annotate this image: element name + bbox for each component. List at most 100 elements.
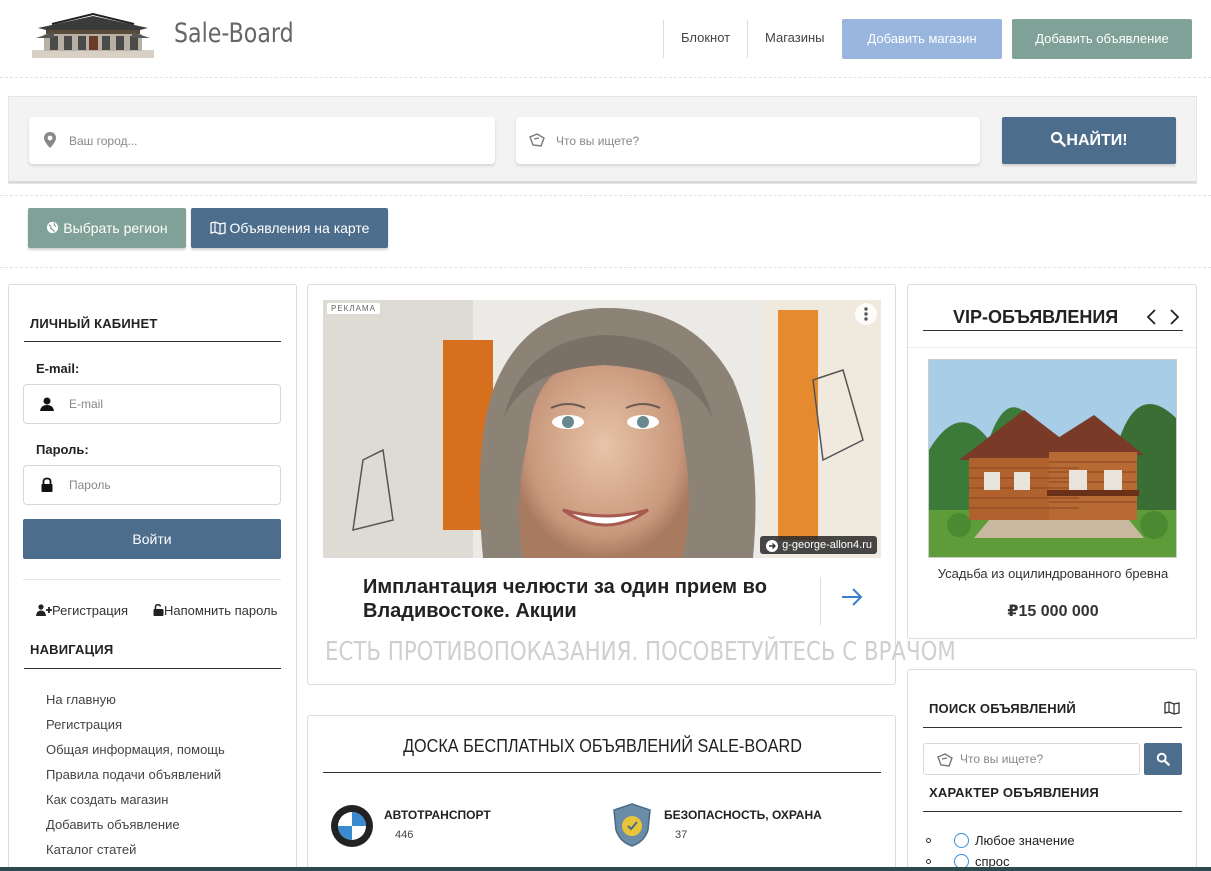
ad-url-text: g-george-allon4.ru <box>782 539 872 551</box>
hand-pointer-icon <box>937 753 953 767</box>
chevron-left-icon[interactable] <box>1145 307 1159 327</box>
map-icon <box>209 221 226 235</box>
arrow-right-icon[interactable] <box>839 585 865 609</box>
sub-bar: Выбрать регион Объявления на карте <box>0 195 1211 268</box>
map-ads-button[interactable]: Объявления на карте <box>191 208 388 248</box>
lock-icon <box>41 477 53 492</box>
category-security-count: 37 <box>675 829 688 841</box>
remind-password-link[interactable]: Напомнить пароль <box>153 603 277 618</box>
nav-item-rules[interactable]: Правила подачи объявлений <box>46 767 221 782</box>
register-link-label: Регистрация <box>52 603 128 618</box>
divider <box>908 347 1198 348</box>
ad-label: РЕКЛАМА <box>327 303 380 314</box>
ad-image[interactable]: РЕКЛАМА g-george-allon4.ru <box>323 300 881 558</box>
log-house-photo <box>929 360 1176 557</box>
radio-button[interactable] <box>954 833 969 848</box>
section-underline <box>923 727 1182 728</box>
email-label: E-mail: <box>36 361 80 376</box>
site-logo[interactable] <box>32 12 154 58</box>
nav-item-help[interactable]: Общая информация, помощь <box>46 742 225 757</box>
nav-link-shops[interactable]: Магазины <box>765 18 825 58</box>
user-icon <box>40 397 54 411</box>
vip-item-title[interactable]: Усадьба из оцилиндрованного бревна <box>908 566 1198 581</box>
left-sidebar: ЛИЧНЫЙ КАБИНЕТ E-mail: Пароль: Войти Рег… <box>8 284 297 871</box>
password-input[interactable] <box>69 466 269 504</box>
select-region-button[interactable]: Выбрать регион <box>28 208 186 248</box>
section-underline <box>923 811 1182 812</box>
category-auto-count: 446 <box>395 829 414 841</box>
search-icon <box>1051 131 1067 147</box>
category-auto[interactable]: АВТОТРАНСПОРТ <box>384 808 491 822</box>
password-field[interactable] <box>23 465 281 505</box>
password-label: Пароль: <box>36 442 89 457</box>
nav-item-articles[interactable]: Каталог статей <box>46 842 136 857</box>
section-underline <box>923 330 1183 331</box>
brand-name[interactable]: Sale-Board <box>174 18 294 49</box>
list-bullet <box>926 838 931 843</box>
nav-item-create-shop[interactable]: Как создать магазин <box>46 792 168 807</box>
section-underline <box>24 668 281 669</box>
globe-icon <box>47 221 59 234</box>
login-button[interactable]: Войти <box>23 519 281 559</box>
search-panel: НАЙТИ! <box>8 96 1197 184</box>
list-bullet <box>926 859 931 864</box>
navigation-title: НАВИГАЦИЯ <box>30 642 114 657</box>
email-field[interactable] <box>23 384 281 424</box>
external-link-icon <box>766 540 779 552</box>
map-ads-label: Объявления на карте <box>229 220 370 236</box>
more-options-icon[interactable] <box>855 303 877 325</box>
nav-link-notepad[interactable]: Блокнот <box>681 18 730 58</box>
ad-disclaimer: ЕСТЬ ПРОТИВОПОКАЗАНИЯ. ПОСОВЕТУЙТЕСЬ С В… <box>325 637 956 667</box>
security-shield-icon <box>613 803 651 847</box>
query-input[interactable] <box>556 117 956 164</box>
hand-pointer-icon <box>529 133 545 147</box>
ad-character-title: ХАРАКТЕР ОБЪЯВЛЕНИЯ <box>929 785 1099 800</box>
board-block: ДОСКА БЕСПЛАТНЫХ ОБЪЯВЛЕНИЙ SALE-BOARD А… <box>307 715 896 871</box>
ad-search-input[interactable] <box>960 744 1130 774</box>
ad-search-block: ПОИСК ОБЪЯВЛЕНИЙ ХАРАКТЕР ОБЪЯВЛЕНИЯ Люб… <box>907 669 1197 871</box>
vip-item-price: ₽15 000 000 <box>1007 603 1099 620</box>
ad-search-button[interactable] <box>1144 743 1182 775</box>
chevron-right-icon[interactable] <box>1167 307 1181 327</box>
user-plus-icon <box>36 604 52 616</box>
find-button-label: НАЙТИ! <box>1066 132 1128 149</box>
vip-item-image[interactable] <box>928 359 1177 558</box>
nav-item-add-ad[interactable]: Добавить объявление <box>46 817 180 832</box>
nav-item-home[interactable]: На главную <box>46 692 116 707</box>
radio-option-label: Любое значение <box>975 833 1075 848</box>
category-security[interactable]: БЕЗОПАСНОСТЬ, ОХРАНА <box>664 808 822 822</box>
ad-photo <box>323 300 881 558</box>
account-title: ЛИЧНЫЙ КАБИНЕТ <box>30 316 158 331</box>
search-icon <box>1156 752 1170 766</box>
query-field[interactable] <box>516 117 980 164</box>
email-input[interactable] <box>69 385 269 423</box>
bmw-logo-icon <box>331 805 373 847</box>
ad-search-field[interactable] <box>923 743 1140 775</box>
register-link[interactable]: Регистрация <box>36 603 128 618</box>
section-underline <box>24 341 281 342</box>
board-title: ДОСКА БЕСПЛАТНЫХ ОБЪЯВЛЕНИЙ SALE-BOARD <box>403 736 802 756</box>
ad-search-title: ПОИСК ОБЪЯВЛЕНИЙ <box>929 701 1076 716</box>
add-ad-button[interactable]: Добавить объявление <box>1012 19 1192 59</box>
section-underline <box>323 772 881 773</box>
map-marker-icon <box>44 132 56 148</box>
nav-separator <box>747 20 748 58</box>
add-shop-button[interactable]: Добавить магазин <box>842 19 1002 59</box>
nav-separator <box>663 20 664 58</box>
remind-password-label: Напомнить пароль <box>164 603 278 618</box>
ad-headline[interactable]: Имплантация челюсти за один прием во Вла… <box>363 575 803 623</box>
bottom-bar <box>0 867 1211 871</box>
ad-url-badge[interactable]: g-george-allon4.ru <box>760 536 877 554</box>
city-input[interactable] <box>69 117 469 164</box>
ad-divider <box>820 577 821 625</box>
ad-block[interactable]: РЕКЛАМА g-george-allon4.ru Имплантация ч… <box>307 284 956 685</box>
vip-block: VIP-ОБЪЯВЛЕНИЯ Усадьба из оцилиндрованно… <box>907 284 1198 639</box>
divider <box>23 579 281 580</box>
find-button[interactable]: НАЙТИ! <box>1002 117 1176 164</box>
select-region-label: Выбрать регион <box>63 220 168 236</box>
vip-title: VIP-ОБЪЯВЛЕНИЯ <box>953 307 1119 327</box>
map-icon[interactable] <box>1164 701 1180 715</box>
unlock-icon <box>153 604 164 616</box>
city-field[interactable] <box>29 117 495 164</box>
nav-item-register[interactable]: Регистрация <box>46 717 122 732</box>
